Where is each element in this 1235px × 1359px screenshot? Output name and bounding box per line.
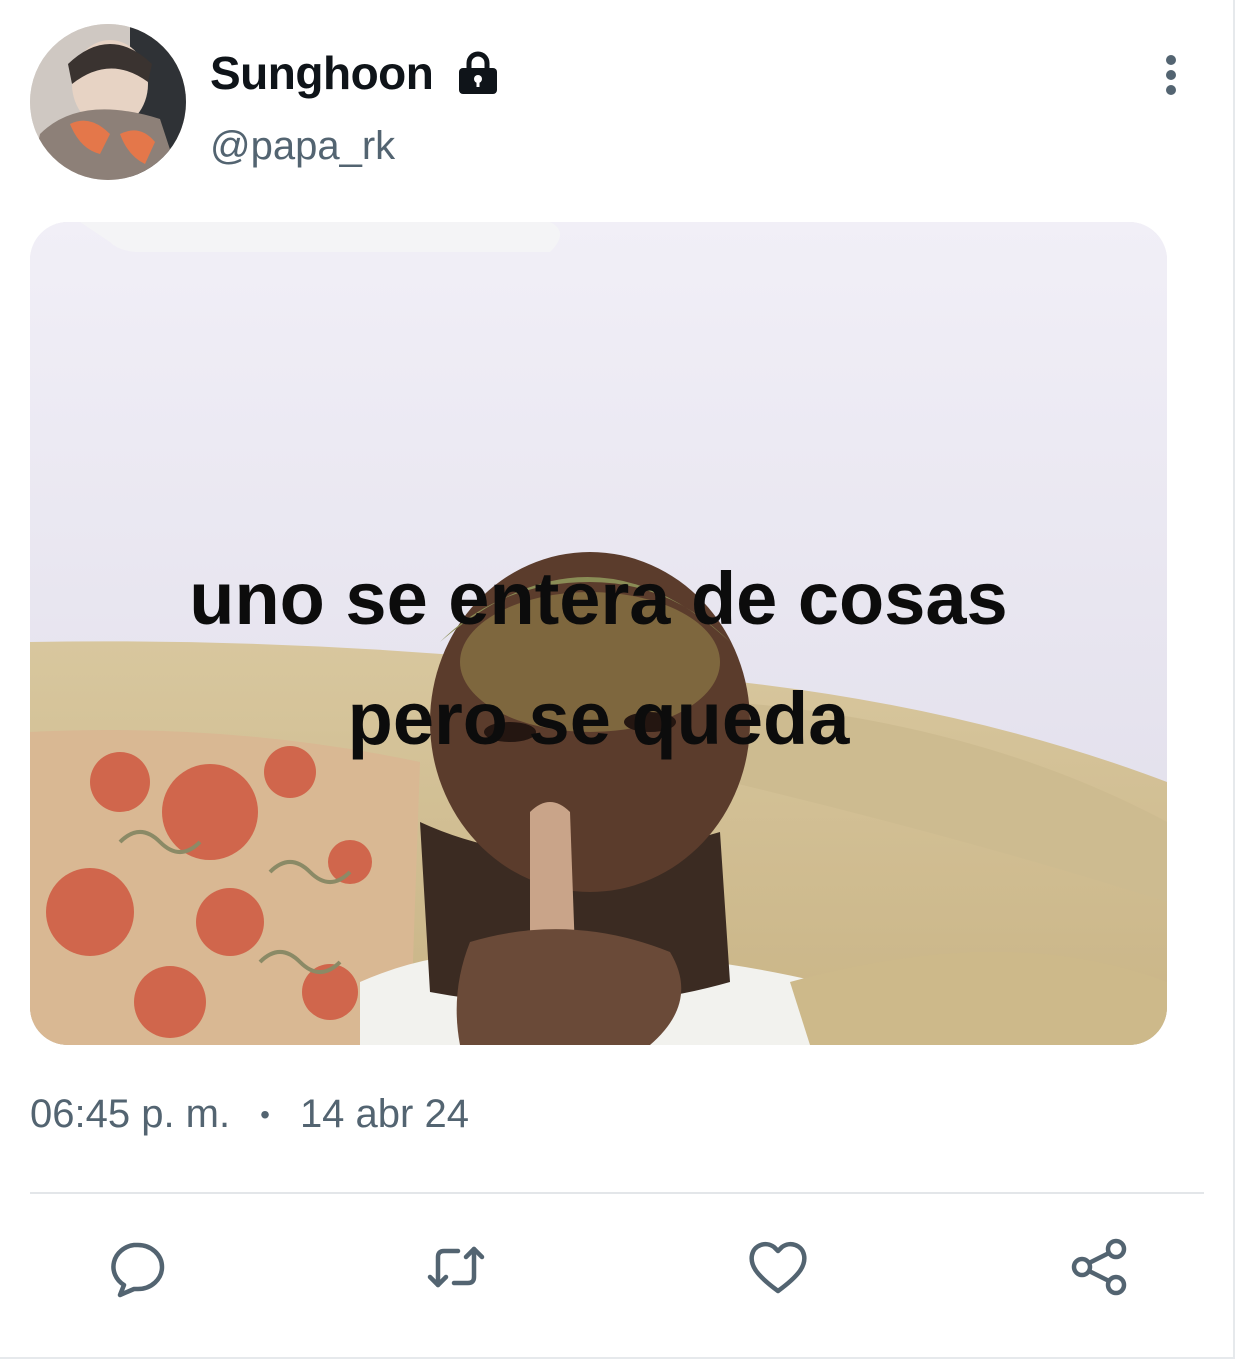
post-metadata: 06:45 p. m. • 14 abr 24 [30, 1092, 469, 1137]
post-media[interactable]: uno se entera de cosas pero se queda [30, 222, 1167, 1045]
reply-icon[interactable] [104, 1235, 168, 1299]
avatar[interactable] [30, 24, 186, 180]
image-caption-line1: uno se entera de cosas [189, 557, 1008, 640]
heart-icon[interactable] [746, 1235, 810, 1299]
lock-icon [455, 50, 501, 96]
image-caption-line2: pero se queda [347, 677, 850, 760]
author-name-row: Sunghoon [210, 46, 501, 100]
separator-dot: • [260, 1098, 270, 1130]
post-date[interactable]: 14 abr 24 [300, 1092, 469, 1137]
author-handle[interactable]: @papa_rk [210, 124, 395, 169]
share-icon[interactable] [1068, 1235, 1132, 1299]
avatar-image [30, 24, 186, 180]
divider [30, 1192, 1204, 1194]
display-name[interactable]: Sunghoon [210, 46, 434, 100]
repost-icon[interactable] [424, 1235, 488, 1299]
post-time[interactable]: 06:45 p. m. [30, 1092, 230, 1137]
more-vertical-icon[interactable] [1156, 54, 1186, 98]
